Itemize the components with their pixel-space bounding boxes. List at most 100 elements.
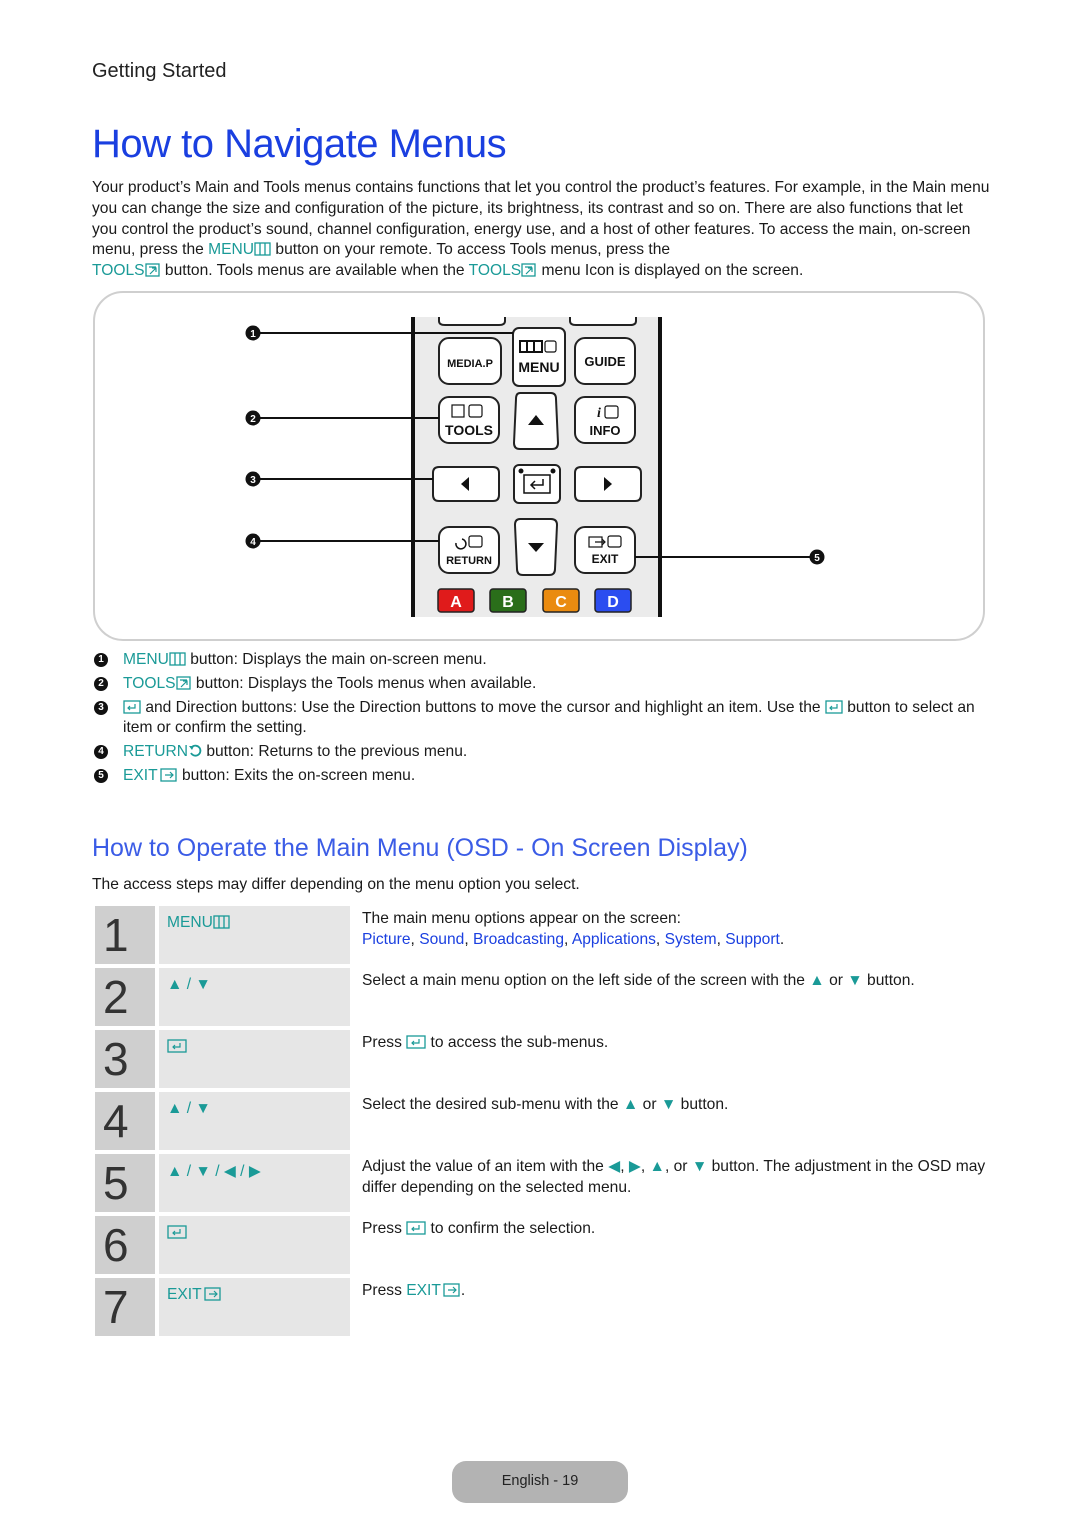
enter-icon: [167, 1225, 187, 1239]
step-key: [159, 1216, 350, 1274]
svg-text:C: C: [555, 594, 567, 611]
step-description: Adjust the value of an item with the ◀, …: [362, 1158, 986, 1196]
step-text: Select a main menu option on the left si…: [362, 972, 810, 989]
step-text: button.: [862, 972, 915, 989]
menu-option-applications: Applications: [571, 930, 656, 948]
step-text: to access the sub-menus.: [426, 1034, 609, 1051]
callout-number: 3: [94, 700, 108, 715]
step-number: 3: [95, 1030, 155, 1088]
step-number: 7: [95, 1278, 155, 1336]
partial-button: [569, 317, 637, 326]
callout-text: button: Displays the main on-screen menu…: [185, 651, 487, 668]
svg-text:1: 1: [250, 329, 256, 340]
callout-number: 2: [94, 676, 108, 691]
step-description: Select the desired sub-menu with the ▲ o…: [362, 1095, 992, 1116]
svg-text:B: B: [502, 594, 514, 611]
svg-text:A: A: [450, 594, 462, 611]
step-description: Press to confirm the selection.: [362, 1219, 992, 1240]
step-description: Press to access the sub-menus.: [362, 1033, 992, 1054]
menu-button-label: MENU: [518, 359, 559, 375]
steps-table: 1 MENU The main menu options appear on t…: [95, 904, 995, 1338]
callout-item: 5 EXIT button: Exits the on-screen menu.: [92, 766, 992, 787]
intro-text: menu Icon is displayed on the screen.: [537, 262, 804, 280]
svg-text:3: 3: [250, 475, 256, 486]
callout-list: 1 MENU button: Displays the main on-scre…: [92, 650, 992, 790]
callout-text: button: Returns to the previous menu.: [201, 743, 468, 761]
step-text: .: [460, 1282, 466, 1299]
step-text: Press: [362, 1220, 407, 1237]
return-label: RETURN: [123, 743, 188, 761]
callout-text: button: Displays the Tools menus when av…: [191, 674, 537, 692]
exit-icon: [204, 1287, 221, 1301]
callout-3: 3: [245, 471, 433, 487]
callout-number: 5: [94, 768, 108, 783]
color-button-b: B: [489, 588, 527, 613]
step-text: button.: [676, 1096, 729, 1113]
step-text: The main menu options appear on the scre…: [362, 910, 682, 927]
callout-number: 1: [94, 653, 108, 667]
step-row: 3 Press to access the sub-menus.: [95, 1028, 995, 1090]
return-label: RETURN: [446, 555, 492, 567]
tools-label: TOOLS: [92, 262, 145, 280]
remote-control-illustration: MEDIA.P MENU GUIDE TOOLS i INFO RETURN EX…: [245, 317, 825, 617]
exit-label: EXIT: [123, 766, 158, 784]
osd-note: The access steps may differ depending on…: [92, 876, 580, 893]
tools-icon: [521, 263, 536, 277]
exit-label: EXIT: [167, 1286, 202, 1303]
menu-option-support: Support: [725, 930, 780, 948]
step-text: Press: [362, 1034, 407, 1051]
menu-option-sound: Sound: [419, 930, 465, 948]
svg-text:D: D: [607, 594, 619, 611]
enter-icon: [406, 1221, 426, 1235]
step-key: [159, 1030, 350, 1088]
step-description: Select a main menu option on the left si…: [362, 971, 992, 992]
exit-label: EXIT: [406, 1282, 441, 1299]
step-text: Adjust the value of an item with the: [362, 1158, 609, 1175]
menu-icon: [169, 652, 186, 666]
section-heading: Getting Started: [92, 60, 227, 82]
page-title: How to Navigate Menus: [92, 122, 507, 166]
up-arrow-icon: ▲: [622, 1096, 639, 1113]
step-key: ▲ / ▼: [159, 1092, 350, 1150]
enter-icon: [167, 1039, 187, 1053]
callout-item: 3 and Direction buttons: Use the Directi…: [92, 698, 992, 740]
down-arrow-icon: ▼: [660, 1096, 677, 1113]
step-row: 2 ▲ / ▼ Select a main menu option on the…: [95, 966, 995, 1028]
tools-icon: [144, 263, 160, 277]
menu-option-broadcasting: Broadcasting: [472, 930, 565, 948]
intro-text: button. Tools menus are available when t…: [160, 262, 469, 280]
up-arrow-icon: ▲: [809, 972, 825, 989]
step-row: 1 MENU The main menu options appear on t…: [95, 904, 995, 966]
enter-button: [513, 464, 561, 504]
step-row: 5 ▲ / ▼ / ◀ / ▶ Adjust the value of an i…: [95, 1152, 995, 1214]
step-number: 1: [95, 906, 155, 964]
osd-section-title: How to Operate the Main Menu (OSD - On S…: [92, 834, 748, 862]
menu-button: MENU: [512, 327, 566, 387]
callout-2: 2: [245, 410, 439, 426]
step-key: MENU: [159, 906, 350, 964]
left-arrow-icon: ◀: [608, 1158, 621, 1175]
step-description: Press EXIT.: [362, 1281, 992, 1302]
step-text: Select the desired sub-menu with the: [362, 1096, 623, 1113]
step-number: 5: [95, 1154, 155, 1212]
svg-text:5: 5: [814, 553, 820, 564]
partial-button: [438, 317, 506, 326]
menu-icon: [213, 915, 230, 929]
return-icon: [188, 744, 202, 757]
up-button: [512, 392, 560, 450]
step-description: The main menu options appear on the scre…: [362, 910, 785, 948]
left-button: [432, 466, 500, 502]
down-arrow-icon: ▼: [847, 972, 863, 989]
intro-paragraph: Your product’s Main and Tools menus cont…: [92, 178, 992, 282]
step-number: 4: [95, 1092, 155, 1150]
down-button: [513, 518, 559, 576]
color-button-d: D: [594, 588, 632, 613]
intro-text: button on your remote. To access Tools m…: [271, 241, 671, 259]
callout-4: 4: [245, 533, 439, 549]
callout-item: 4 RETURN button: Returns to the previous…: [92, 742, 992, 763]
right-button: [574, 466, 642, 502]
enter-icon: [123, 699, 141, 714]
return-button: RETURN: [438, 526, 500, 574]
down-arrow-icon: ▼: [691, 1158, 708, 1175]
color-button-a: A: [437, 588, 475, 613]
